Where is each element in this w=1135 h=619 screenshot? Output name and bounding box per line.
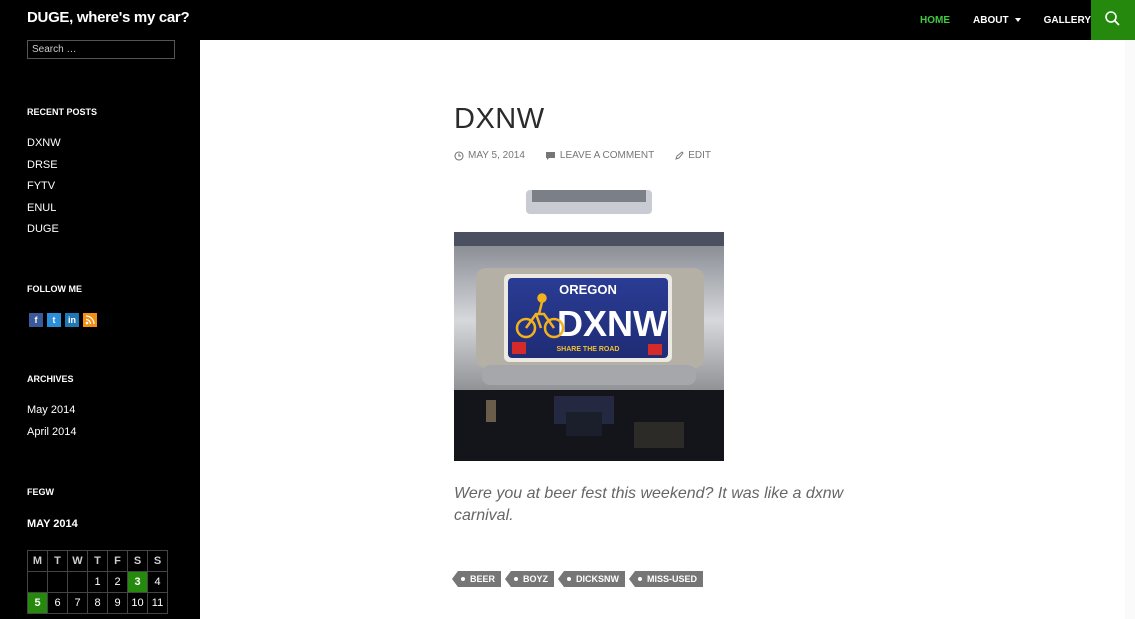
weekday-header: S xyxy=(147,550,168,572)
pencil-icon xyxy=(675,150,684,160)
plate-slogan: SHARE THE ROAD xyxy=(556,346,619,353)
post-tags: BEER BOYZ DICKSNW MISS-USED xyxy=(451,571,713,587)
recent-posts-title: RECENT POSTS xyxy=(27,107,98,117)
archives-list: May 2014 April 2014 xyxy=(27,400,77,443)
recent-post-link[interactable]: FYTV xyxy=(27,176,61,198)
site-title[interactable]: DUGE, where's my car? xyxy=(27,9,190,26)
tag-link[interactable]: BOYZ xyxy=(505,571,555,587)
calendar-header-row: M T W T F S S xyxy=(27,550,168,572)
nav-about[interactable]: ABOUT xyxy=(973,15,1021,26)
caret-down-icon xyxy=(1014,18,1021,22)
comment-icon xyxy=(545,151,555,160)
nav-about-label: ABOUT xyxy=(973,14,1009,26)
edit-link[interactable]: EDIT xyxy=(674,150,721,161)
calendar-day xyxy=(67,571,88,593)
nav-home[interactable]: HOME xyxy=(920,15,950,26)
plate-state: OREGON xyxy=(559,282,617,297)
edit-label: EDIT xyxy=(688,150,711,161)
top-bar: DUGE, where's my car? HOME ABOUT GALLERY xyxy=(0,0,1135,40)
plate-number: DXNW xyxy=(557,303,667,344)
recent-posts-list: DXNW DRSE FYTV ENUL DUGE xyxy=(27,133,61,241)
rss-icon[interactable] xyxy=(83,313,97,327)
page-scrollbar[interactable] xyxy=(1125,40,1135,619)
sidebar: RECENT POSTS DXNW DRSE FYTV ENUL DUGE FO… xyxy=(0,40,200,619)
calendar-day xyxy=(27,571,48,593)
main-nav: HOME ABOUT GALLERY xyxy=(897,0,1091,40)
weekday-header: T xyxy=(47,550,68,572)
calendar-day: 2 xyxy=(107,571,128,593)
post-title[interactable]: DXNW xyxy=(454,103,545,136)
linkedin-icon[interactable]: in xyxy=(65,313,79,327)
calendar-day: 7 xyxy=(67,592,88,614)
weekday-header: M xyxy=(27,550,48,572)
post-meta: MAY 5, 2014 LEAVE A COMMENT EDIT xyxy=(454,150,731,161)
calendar-day: 1 xyxy=(87,571,108,593)
weekday-header: F xyxy=(107,550,128,572)
calendar-table: M T W T F S S 1 2 3 4 5 6 7 8 9 10 11 xyxy=(27,550,168,614)
recent-post-link[interactable]: DRSE xyxy=(27,155,61,177)
calendar-day: 6 xyxy=(47,592,68,614)
post-featured-image[interactable]: OREGON DXNW SHARE THE ROAD xyxy=(454,190,724,461)
recent-post-link[interactable]: DUGE xyxy=(27,219,61,241)
tag-link[interactable]: BEER xyxy=(451,571,502,587)
archive-link[interactable]: April 2014 xyxy=(27,422,77,444)
calendar-week-row: 5 6 7 8 9 10 11 xyxy=(27,592,168,614)
weekday-header: W xyxy=(67,550,88,572)
calendar-month: MAY 2014 xyxy=(27,518,78,530)
calendar-widget-title: FEGW xyxy=(27,487,54,497)
calendar-week-row: 1 2 3 4 xyxy=(27,571,168,593)
leave-comment-link[interactable]: LEAVE A COMMENT xyxy=(545,150,664,161)
license-plate-photo: OREGON DXNW SHARE THE ROAD xyxy=(454,190,724,461)
calendar-day: 4 xyxy=(147,571,168,593)
post-date-link[interactable]: MAY 5, 2014 xyxy=(454,150,535,161)
social-links: f t in xyxy=(29,313,101,327)
nav-gallery[interactable]: GALLERY xyxy=(1044,15,1091,26)
tag-link[interactable]: DICKSNW xyxy=(558,571,626,587)
calendar-day-link[interactable]: 5 xyxy=(27,592,48,614)
sidebar-search-input[interactable] xyxy=(27,40,175,59)
tag-link[interactable]: MISS-USED xyxy=(629,571,704,587)
calendar-day: 8 xyxy=(87,592,108,614)
post-excerpt: Were you at beer fest this weekend? It w… xyxy=(454,485,844,524)
twitter-icon[interactable]: t xyxy=(47,313,61,327)
calendar-day-link[interactable]: 3 xyxy=(127,571,148,593)
recent-post-link[interactable]: DXNW xyxy=(27,133,61,155)
leave-comment-label: LEAVE A COMMENT xyxy=(559,150,655,161)
weekday-header: T xyxy=(87,550,108,572)
search-icon xyxy=(1105,11,1120,26)
calendar-day: 9 xyxy=(107,592,128,614)
recent-post-link[interactable]: ENUL xyxy=(27,198,61,220)
weekday-header: S xyxy=(127,550,148,572)
archives-title: ARCHIVES xyxy=(27,374,74,384)
calendar-day: 10 xyxy=(127,592,148,614)
facebook-icon[interactable]: f xyxy=(29,313,43,327)
calendar-day xyxy=(47,571,68,593)
clock-icon xyxy=(454,150,464,161)
follow-me-title: FOLLOW ME xyxy=(27,284,82,294)
search-toggle-button[interactable] xyxy=(1091,0,1135,40)
calendar-day: 11 xyxy=(147,592,168,614)
post-date: MAY 5, 2014 xyxy=(468,150,525,161)
archive-link[interactable]: May 2014 xyxy=(27,400,77,422)
